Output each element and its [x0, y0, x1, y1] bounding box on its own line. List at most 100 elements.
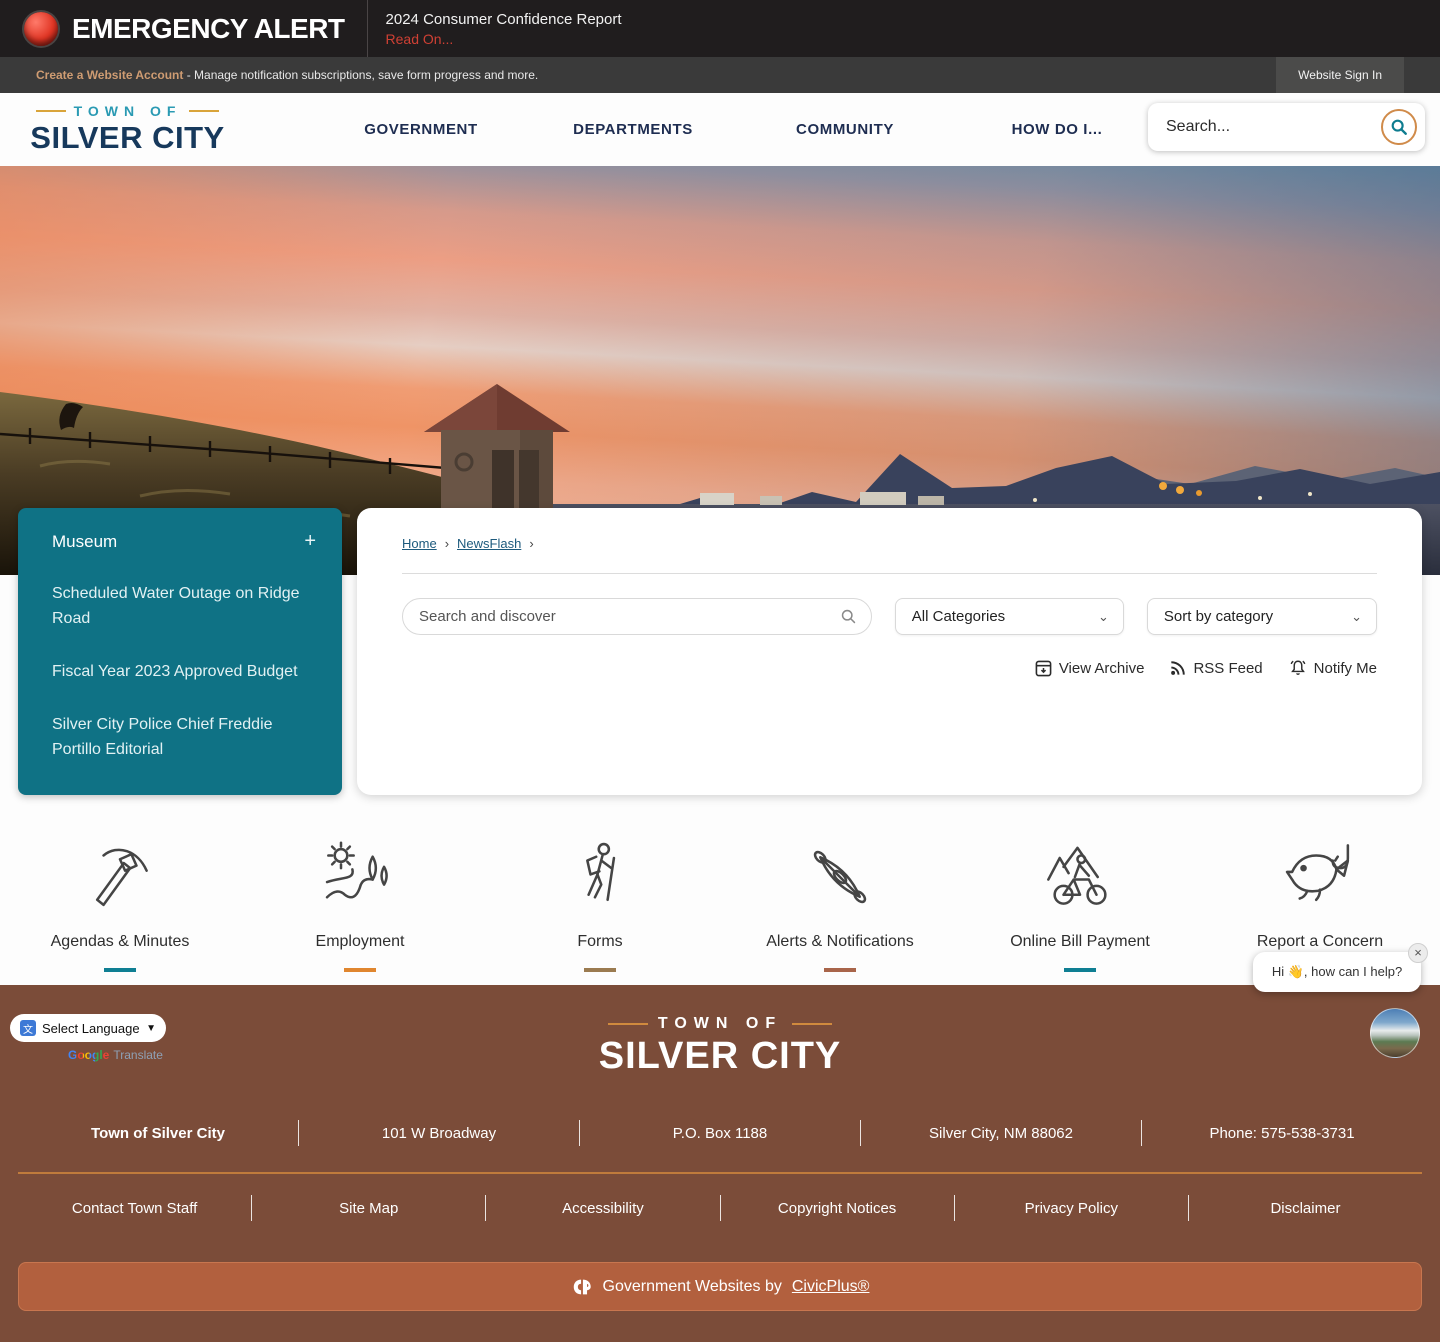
account-bar: Create a Website Account - Manage notifi… — [0, 57, 1440, 93]
nav-departments[interactable]: DEPARTMENTS — [527, 121, 739, 138]
breadcrumb-newsflash-link[interactable]: NewsFlash — [457, 536, 521, 551]
chat-tooltip[interactable]: Hi 👋, how can I help? × — [1253, 952, 1421, 992]
quicklink-label: Report a Concern — [1257, 933, 1383, 951]
quicklink-accent-bar — [824, 968, 856, 972]
alert-title: EMERGENCY ALERT — [72, 13, 345, 45]
footer-link-accessibility[interactable]: Accessibility — [486, 1200, 719, 1217]
hiker-icon — [562, 830, 638, 915]
footer-link-copyright[interactable]: Copyright Notices — [721, 1200, 954, 1217]
footer-logo-top-text: TOWN OF — [658, 1015, 782, 1033]
quicklink-accent-bar — [344, 968, 376, 972]
quicklink-alerts-notifications[interactable]: Alerts & Notifications — [720, 830, 960, 972]
alert-message: 2024 Consumer Confidence Report — [386, 11, 622, 28]
footer-links-row: Contact Town Staff Site Map Accessibilit… — [18, 1195, 1422, 1221]
mountain-biker-icon — [1042, 830, 1118, 915]
footer: 文 Select Language ▼ GoogleTranslate TOWN… — [0, 985, 1440, 1342]
desert-sun-icon — [322, 830, 398, 915]
view-archive-link[interactable]: View Archive — [1035, 659, 1145, 677]
footer-logo-dash-right — [792, 1023, 832, 1025]
rss-icon — [1170, 660, 1186, 676]
view-archive-label: View Archive — [1059, 660, 1145, 677]
quicklink-label: Employment — [316, 933, 405, 951]
footer-divider — [18, 1172, 1422, 1174]
content-divider — [402, 573, 1377, 574]
chevron-down-icon: ⌄ — [1351, 609, 1362, 625]
breadcrumb-separator-2: › — [529, 536, 533, 551]
categories-value: All Categories — [912, 608, 1005, 625]
sidebar-item-budget[interactable]: Fiscal Year 2023 Approved Budget — [52, 659, 316, 684]
civicplus-link[interactable]: CivicPlus® — [792, 1278, 870, 1296]
site-search-input[interactable] — [1166, 118, 1381, 136]
page: EMERGENCY ALERT 2024 Consumer Confidence… — [0, 0, 1440, 1342]
quicklink-label: Agendas & Minutes — [51, 933, 190, 951]
civicplus-logo-icon — [571, 1276, 593, 1298]
chat-widget-avatar[interactable] — [1370, 1008, 1420, 1058]
archive-icon — [1035, 660, 1052, 677]
quicklink-forms[interactable]: Forms — [480, 830, 720, 972]
notify-me-link[interactable]: Notify Me — [1289, 659, 1377, 677]
quicklink-label: Online Bill Payment — [1010, 933, 1150, 951]
breadcrumb: Home › NewsFlash › — [402, 536, 1377, 551]
notify-me-label: Notify Me — [1314, 660, 1377, 677]
footer-phone: Phone: 575-538-3731 — [1142, 1125, 1422, 1142]
expand-plus-icon[interactable]: + — [304, 530, 316, 553]
footer-link-disclaimer[interactable]: Disclaimer — [1189, 1200, 1422, 1217]
sort-value: Sort by category — [1164, 608, 1273, 625]
news-sidebar: Museum + Scheduled Water Outage on Ridge… — [18, 508, 342, 795]
logo-dash-right — [189, 110, 219, 112]
footer-link-contact[interactable]: Contact Town Staff — [18, 1200, 251, 1217]
quicklink-report-a-concern[interactable]: Report a Concern — [1200, 830, 1440, 972]
account-description: - Manage notification subscriptions, sav… — [187, 68, 539, 82]
civicplus-text: Government Websites by — [603, 1278, 782, 1296]
quicklink-label: Forms — [577, 933, 622, 951]
footer-city-state: Silver City, NM 88062 — [861, 1125, 1141, 1142]
sidebar-item-police-editorial[interactable]: Silver City Police Chief Freddie Portill… — [52, 712, 316, 762]
nav-government[interactable]: GOVERNMENT — [315, 121, 527, 138]
quicklink-agendas-minutes[interactable]: Agendas & Minutes — [0, 830, 240, 972]
rss-feed-label: RSS Feed — [1193, 660, 1262, 677]
chevron-down-icon: ⌄ — [1098, 609, 1109, 625]
breadcrumb-home-link[interactable]: Home — [402, 536, 437, 551]
alert-read-on-link[interactable]: Read On... — [386, 31, 622, 47]
search-submit-button[interactable] — [1381, 109, 1417, 145]
logo-dash-left — [36, 110, 66, 112]
footer-logo-dash-left — [608, 1023, 648, 1025]
rss-feed-link[interactable]: RSS Feed — [1170, 659, 1262, 677]
footer-address-row: Town of Silver City 101 W Broadway P.O. … — [18, 1120, 1422, 1146]
sidebar-title: Museum — [52, 532, 117, 552]
logo-main-text: SILVER CITY — [20, 120, 235, 156]
alert-light-icon — [24, 12, 58, 46]
quicklink-employment[interactable]: Employment — [240, 830, 480, 972]
footer-link-sitemap[interactable]: Site Map — [252, 1200, 485, 1217]
main-nav: GOVERNMENT DEPARTMENTS COMMUNITY HOW DO … — [315, 121, 1163, 138]
sidebar-item-water-outage[interactable]: Scheduled Water Outage on Ridge Road — [52, 581, 316, 631]
quicklink-accent-bar — [1064, 968, 1096, 972]
fish-hook-icon — [1282, 830, 1358, 915]
bell-icon — [1289, 659, 1307, 677]
kayak-icon — [802, 830, 878, 915]
search-icon — [840, 608, 857, 625]
nav-community[interactable]: COMMUNITY — [739, 121, 951, 138]
footer-link-privacy[interactable]: Privacy Policy — [955, 1200, 1188, 1217]
quicklink-label: Alerts & Notifications — [766, 933, 914, 951]
categories-select[interactable]: All Categories ⌄ — [895, 598, 1124, 635]
chat-close-icon[interactable]: × — [1408, 943, 1428, 963]
emergency-alert-button[interactable]: EMERGENCY ALERT — [0, 0, 367, 57]
site-logo[interactable]: TOWN OF SILVER CITY — [20, 103, 235, 156]
nav-how-do-i[interactable]: HOW DO I... — [951, 121, 1163, 138]
footer-logo: TOWN OF SILVER CITY — [0, 1015, 1440, 1078]
account-text: Create a Website Account - Manage notifi… — [0, 68, 538, 82]
site-header: TOWN OF SILVER CITY GOVERNMENT DEPARTMEN… — [0, 93, 1440, 166]
chat-message: Hi 👋, how can I help? — [1272, 964, 1402, 980]
logo-top-text: TOWN OF — [74, 103, 182, 119]
sort-select[interactable]: Sort by category ⌄ — [1147, 598, 1377, 635]
create-account-link[interactable]: Create a Website Account — [36, 68, 183, 82]
news-toolbar: All Categories ⌄ Sort by category ⌄ — [402, 598, 1377, 635]
sidebar-section-museum[interactable]: Museum + — [52, 530, 316, 553]
newsflash-panel: Home › NewsFlash › All Categories ⌄ Sort… — [357, 508, 1422, 795]
news-search-input[interactable] — [419, 608, 840, 625]
search-icon — [1390, 118, 1408, 136]
quicklink-online-bill-payment[interactable]: Online Bill Payment — [960, 830, 1200, 972]
website-sign-in-button[interactable]: Website Sign In — [1276, 57, 1404, 93]
quicklink-accent-bar — [584, 968, 616, 972]
